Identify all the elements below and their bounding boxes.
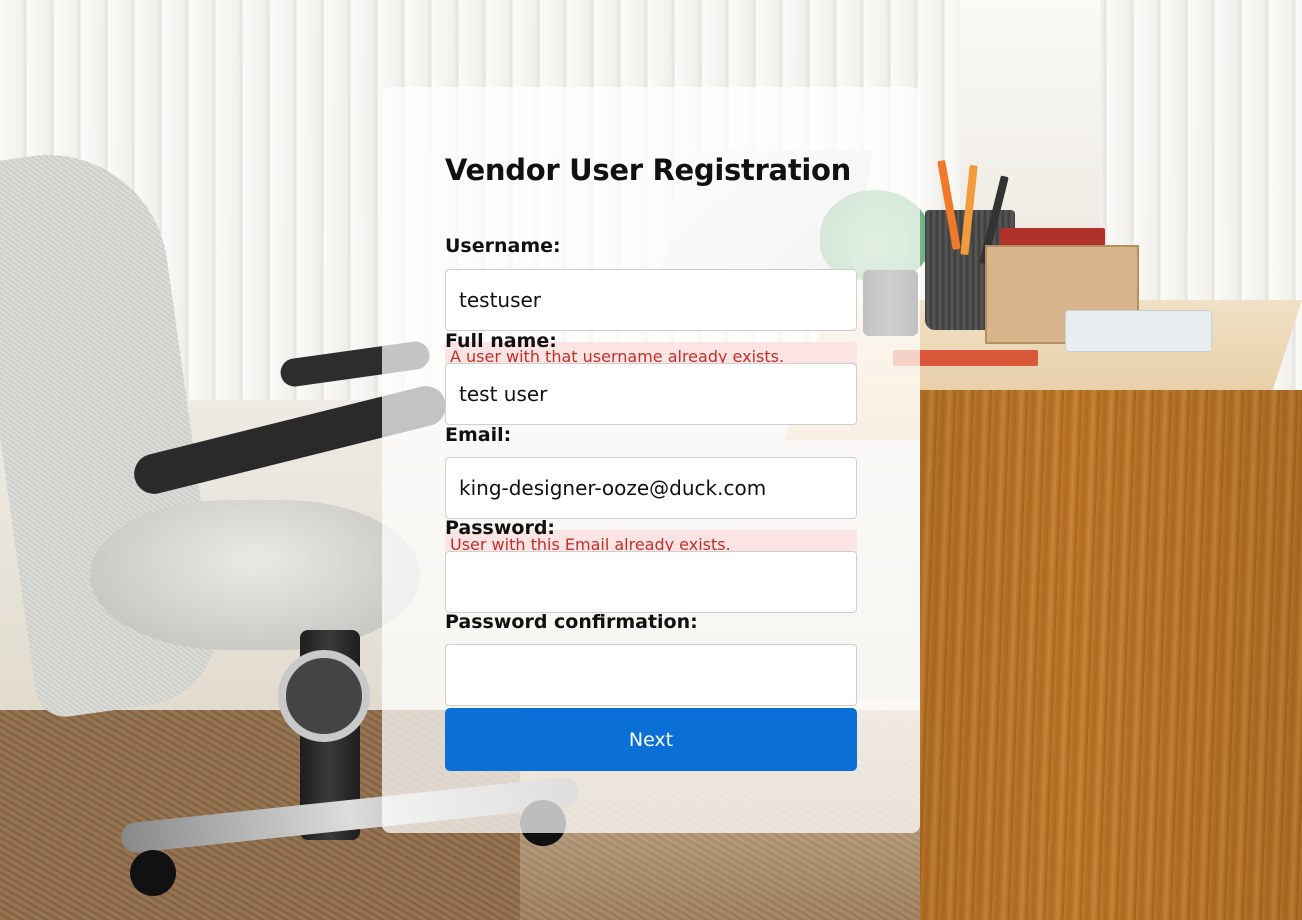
registration-card: Vendor User Registration Username: A use…: [382, 87, 920, 833]
username-input[interactable]: [445, 269, 857, 331]
next-button[interactable]: Next: [445, 708, 857, 771]
full-name-input[interactable]: [445, 363, 857, 425]
password-input[interactable]: [445, 551, 857, 613]
chair-seat: [90, 500, 420, 650]
email-label: Email:: [445, 424, 512, 446]
chair-wheel: [130, 850, 176, 896]
chair-ring: [278, 650, 370, 742]
full-name-label: Full name:: [445, 330, 557, 352]
page-title: Vendor User Registration: [445, 153, 851, 187]
desk-shadow: [920, 390, 1302, 920]
username-label: Username:: [445, 235, 561, 257]
password-label: Password:: [445, 517, 556, 539]
password-confirmation-label: Password confirmation:: [445, 611, 698, 633]
tray: [1065, 310, 1212, 352]
email-input[interactable]: [445, 457, 857, 519]
book: [1000, 228, 1105, 246]
password-confirmation-input[interactable]: [445, 644, 857, 706]
